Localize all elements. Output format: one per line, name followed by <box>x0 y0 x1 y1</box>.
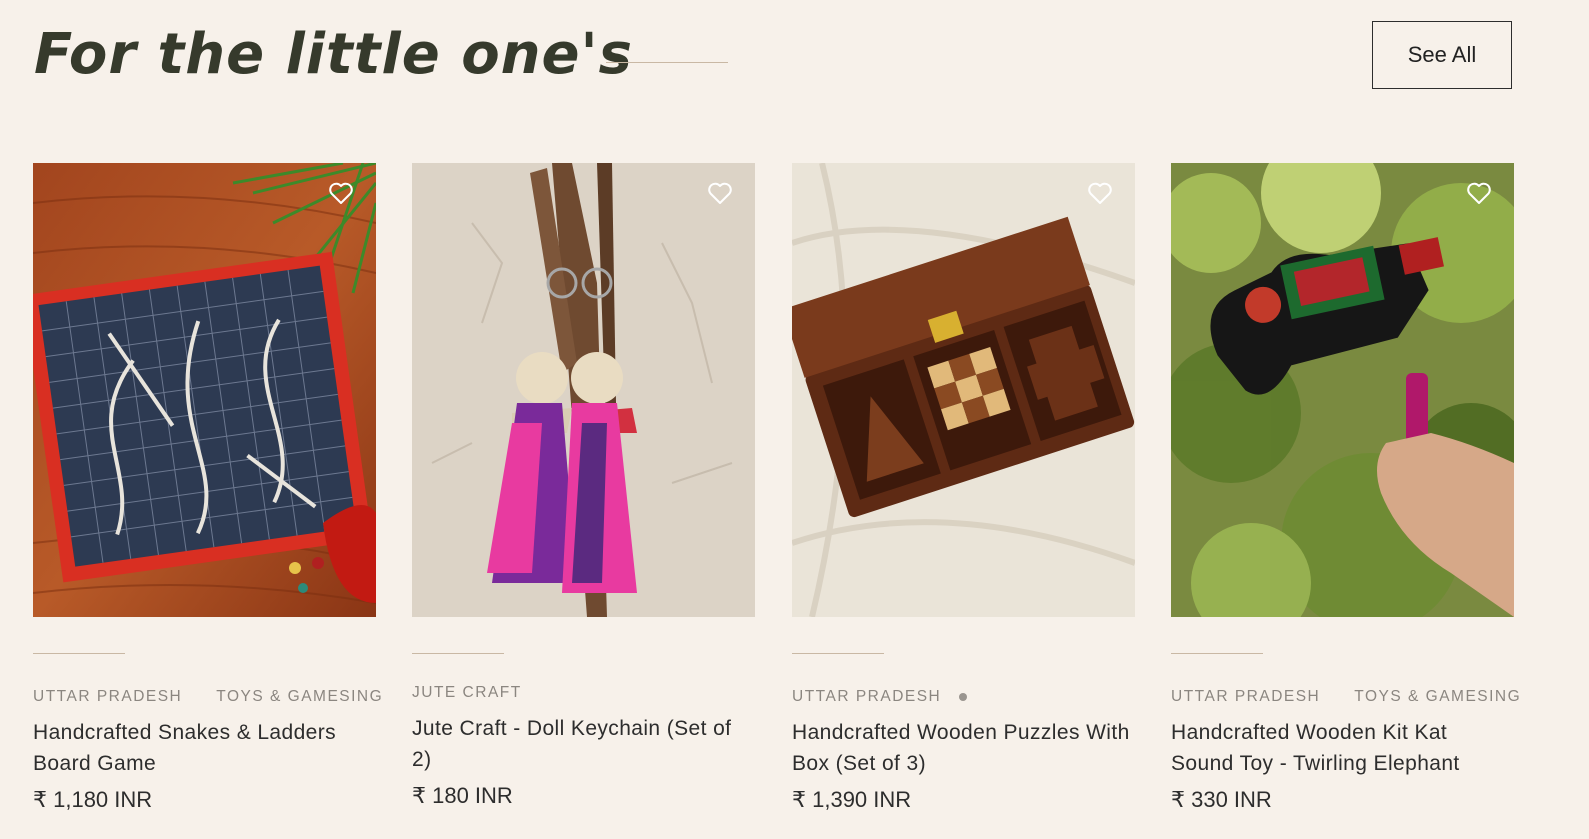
product-name[interactable]: Jute Craft - Doll Keychain (Set of 2) <box>412 713 755 775</box>
product-image-snakes-ladders[interactable] <box>33 163 376 617</box>
section-title: For the little one's <box>34 22 634 87</box>
product-card[interactable]: UTTAR PRADESH TOYS & GAMESING Handcrafte… <box>33 163 382 813</box>
card-divider <box>33 653 125 654</box>
wishlist-heart-icon[interactable] <box>1466 181 1492 205</box>
product-meta: UTTAR PRADESH TOYS & GAMESING <box>33 687 382 707</box>
title-divider <box>606 62 728 63</box>
product-image-wooden-puzzles[interactable] <box>792 163 1135 617</box>
product-location: UTTAR PRADESH <box>1171 688 1321 705</box>
see-all-button[interactable]: See All <box>1372 21 1512 89</box>
product-category: TOYS & GAMESING <box>216 688 384 705</box>
product-meta: JUTE CRAFT <box>412 683 755 703</box>
product-price: ₹ 1,390 INR <box>792 787 912 812</box>
section-header: For the little one's See All <box>34 18 1512 90</box>
product-location: UTTAR PRADESH <box>792 688 942 705</box>
product-category: TOYS & GAMESING <box>1354 688 1522 705</box>
card-divider <box>1171 653 1263 654</box>
card-divider <box>792 653 884 654</box>
product-location: JUTE CRAFT <box>412 684 522 701</box>
wishlist-heart-icon[interactable] <box>1087 181 1113 205</box>
product-name[interactable]: Handcrafted Wooden Kit Kat Sound Toy - T… <box>1171 717 1514 779</box>
meta-separator-dot <box>959 693 968 701</box>
product-meta: UTTAR PRADESH <box>792 687 1135 707</box>
product-image-elephant-toy[interactable] <box>1171 163 1514 617</box>
product-card[interactable]: UTTAR PRADESH Handcrafted Wooden Puzzles… <box>792 163 1135 813</box>
product-image-doll-keychain[interactable] <box>412 163 755 617</box>
wishlist-heart-icon[interactable] <box>707 181 733 205</box>
wishlist-heart-icon[interactable] <box>328 181 354 205</box>
product-location: UTTAR PRADESH <box>33 688 183 705</box>
product-meta: UTTAR PRADESH TOYS & GAMESING <box>1171 687 1520 707</box>
product-card[interactable]: UTTAR PRADESH TOYS & GAMESING Handcrafte… <box>1171 163 1520 813</box>
card-divider <box>412 653 504 654</box>
product-price: ₹ 1,180 INR <box>33 787 153 812</box>
product-name[interactable]: Handcrafted Snakes & Ladders Board Game <box>33 717 376 779</box>
product-price: ₹ 180 INR <box>412 783 513 808</box>
product-name[interactable]: Handcrafted Wooden Puzzles With Box (Set… <box>792 717 1135 779</box>
product-price: ₹ 330 INR <box>1171 787 1272 812</box>
product-card[interactable]: JUTE CRAFT Jute Craft - Doll Keychain (S… <box>412 163 755 809</box>
